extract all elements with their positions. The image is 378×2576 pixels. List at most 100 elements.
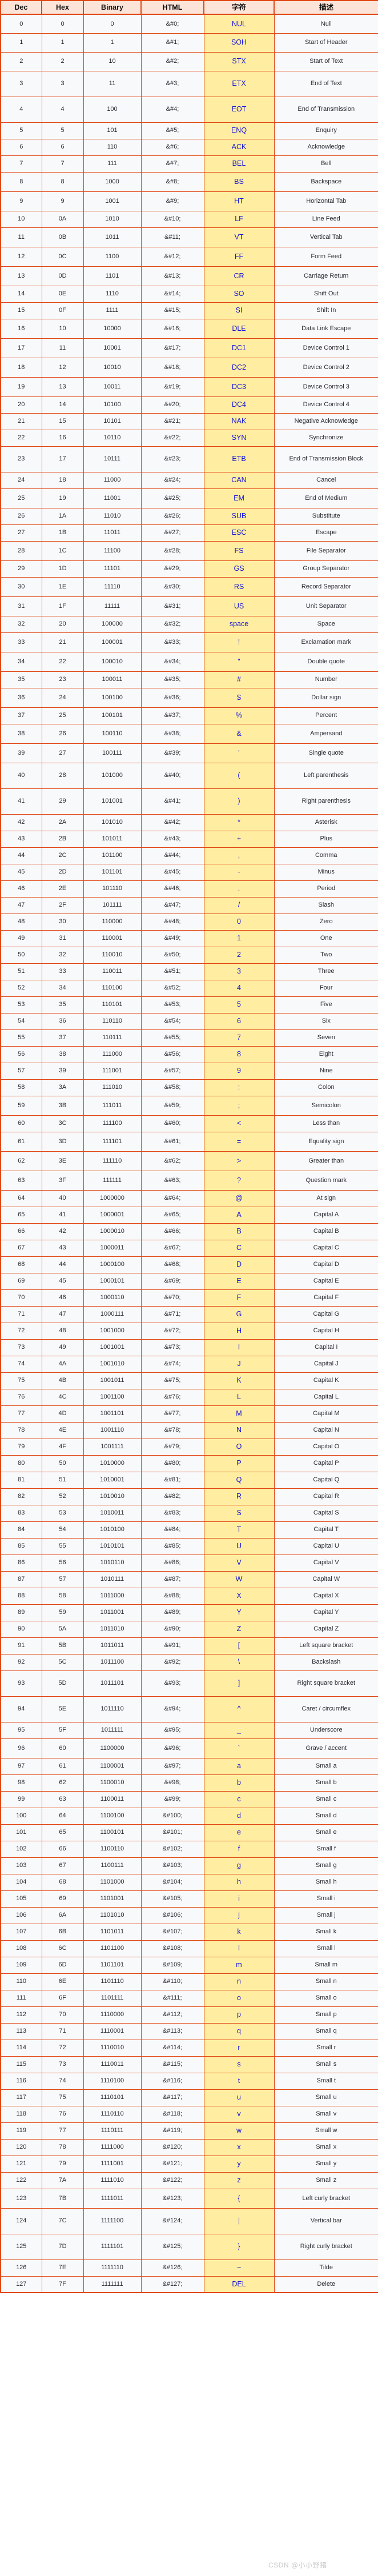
table-row: 119 77 1110111 &#119; w Small w [0, 2122, 378, 2140]
cell-char: STX [203, 51, 275, 71]
cell-desc: Ampersand [274, 723, 378, 744]
table-row: 114 72 1110010 &#114; r Small r [0, 2039, 378, 2057]
cell-desc: Five [274, 996, 378, 1013]
cell-char: R [203, 1488, 275, 1505]
cell-desc: Capital C [274, 1239, 378, 1257]
cell-desc: Small h [274, 1873, 378, 1891]
cell-html: &#116; [140, 2072, 204, 2090]
cell-desc: Two [274, 946, 378, 964]
cell-binary: 1000101 [83, 1272, 142, 1290]
cell-dec: 21 [0, 412, 42, 430]
cell-binary: 1100 [83, 246, 142, 267]
cell-binary: 1100000 [83, 1738, 142, 1758]
cell-hex: 3A [41, 1079, 84, 1096]
cell-desc: Vertical Tab [274, 227, 378, 247]
cell-html: &#99; [140, 1790, 204, 1808]
table-row: 70 46 1000110 &#70; F Capital F [0, 1289, 378, 1307]
cell-html: &#1; [140, 33, 204, 53]
table-row: 63 3F 111111 &#63;? Question mark [0, 1170, 378, 1191]
cell-hex: 72 [41, 2039, 84, 2057]
cell-desc: Small s [274, 2056, 378, 2073]
cell-hex: 7D [41, 2233, 84, 2260]
cell-desc: Seven [274, 1029, 378, 1047]
cell-binary: 1101111 [83, 1989, 142, 2007]
cell-desc: Capital W [274, 1571, 378, 1588]
cell-dec: 61 [0, 1131, 42, 1152]
cell-dec: 125 [0, 2233, 42, 2260]
table-row: 109 6D 1101101 &#109; m Small m [0, 1956, 378, 1974]
cell-desc: Capital P [274, 1455, 378, 1472]
cell-dec: 104 [0, 1873, 42, 1891]
cell-char: b [203, 1774, 275, 1792]
cell-hex: 4 [41, 96, 84, 123]
cell-dec: 110 [0, 1973, 42, 1990]
cell-hex: 6A [41, 1906, 84, 1924]
cell-html: &#75; [140, 1372, 204, 1389]
cell-desc: Vertical bar [274, 2208, 378, 2234]
cell-dec: 120 [0, 2138, 42, 2156]
table-row: 124 7C 1111100 &#124; | Vertical bar [0, 2208, 378, 2234]
cell-char: W [203, 1571, 275, 1588]
cell-desc: Grave / accent [274, 1738, 378, 1758]
cell-char: V [203, 1554, 275, 1572]
cell-char: g [203, 1857, 275, 1874]
cell-hex: 44 [41, 1256, 84, 1273]
cell-dec: 7 [0, 155, 42, 173]
cell-char: w [203, 2122, 275, 2140]
cell-char: r [203, 2039, 275, 2057]
cell-html: &#52; [140, 979, 204, 997]
cell-hex: 32 [41, 946, 84, 964]
cell-desc: Device Control 4 [274, 396, 378, 414]
cell-binary: 1111 [83, 302, 142, 319]
cell-desc: Data Link Escape [274, 318, 378, 339]
cell-dec: 123 [0, 2188, 42, 2209]
cell-binary: 1011101 [83, 1670, 142, 1697]
cell-desc: Group Separator [274, 560, 378, 578]
cell-binary: 110011 [83, 963, 142, 980]
table-header: Dec Hex Binary HTML 字符 描述 [0, 0, 378, 15]
cell-desc: Device Control 2 [274, 357, 378, 378]
cell-dec: 105 [0, 1890, 42, 1908]
cell-desc: Capital D [274, 1256, 378, 1273]
cell-desc: Null [274, 14, 378, 34]
cell-dec: 1 [0, 33, 42, 53]
cell-dec: 93 [0, 1670, 42, 1697]
cell-dec: 66 [0, 1223, 42, 1240]
cell-binary: 1001010 [83, 1355, 142, 1373]
cell-binary: 11 [83, 70, 142, 97]
cell-binary: 1010010 [83, 1488, 142, 1505]
cell-desc: Space [274, 615, 378, 633]
cell-binary: 1010101 [83, 1537, 142, 1555]
cell-char: K [203, 1372, 275, 1389]
cell-desc: Equality sign [274, 1131, 378, 1152]
table-row: 12 0C 1100 &#12; FF Form Feed [0, 246, 378, 267]
cell-hex: 2 [41, 51, 84, 71]
table-row: 20 14 10100 &#20; DC4 Device Control 4 [0, 396, 378, 414]
cell-char: . [203, 880, 275, 898]
cell-dec: 49 [0, 930, 42, 947]
cell-desc: Enquiry [274, 122, 378, 139]
cell-hex: 28 [41, 762, 84, 789]
cell-hex: 63 [41, 1790, 84, 1808]
cell-dec: 31 [0, 596, 42, 616]
cell-char: RS [203, 576, 275, 597]
cell-html: &#29; [140, 560, 204, 578]
cell-binary: 1000001 [83, 1206, 142, 1224]
cell-binary: 100001 [83, 632, 142, 652]
cell-dec: 126 [0, 2259, 42, 2277]
cell-dec: 67 [0, 1239, 42, 1257]
cell-desc: Capital U [274, 1537, 378, 1555]
cell-html: &#124; [140, 2208, 204, 2234]
cell-hex: 7 [41, 155, 84, 173]
cell-binary: 1101010 [83, 1906, 142, 1924]
cell-desc: Record Separator [274, 576, 378, 597]
cell-binary: 1001 [83, 191, 142, 211]
cell-binary: 1110110 [83, 2105, 142, 2123]
table-body: 0 0 0 &#0; NUL Null 1 1 1 &#1; SOH Start of Header 2… [0, 14, 378, 2293]
cell-html: &#8; [140, 171, 204, 192]
cell-desc: Capital E [274, 1272, 378, 1290]
cell-binary: 1001011 [83, 1372, 142, 1389]
cell-html: &#88; [140, 1587, 204, 1605]
cell-html: &#106; [140, 1906, 204, 1924]
cell-dec: 122 [0, 2172, 42, 2189]
